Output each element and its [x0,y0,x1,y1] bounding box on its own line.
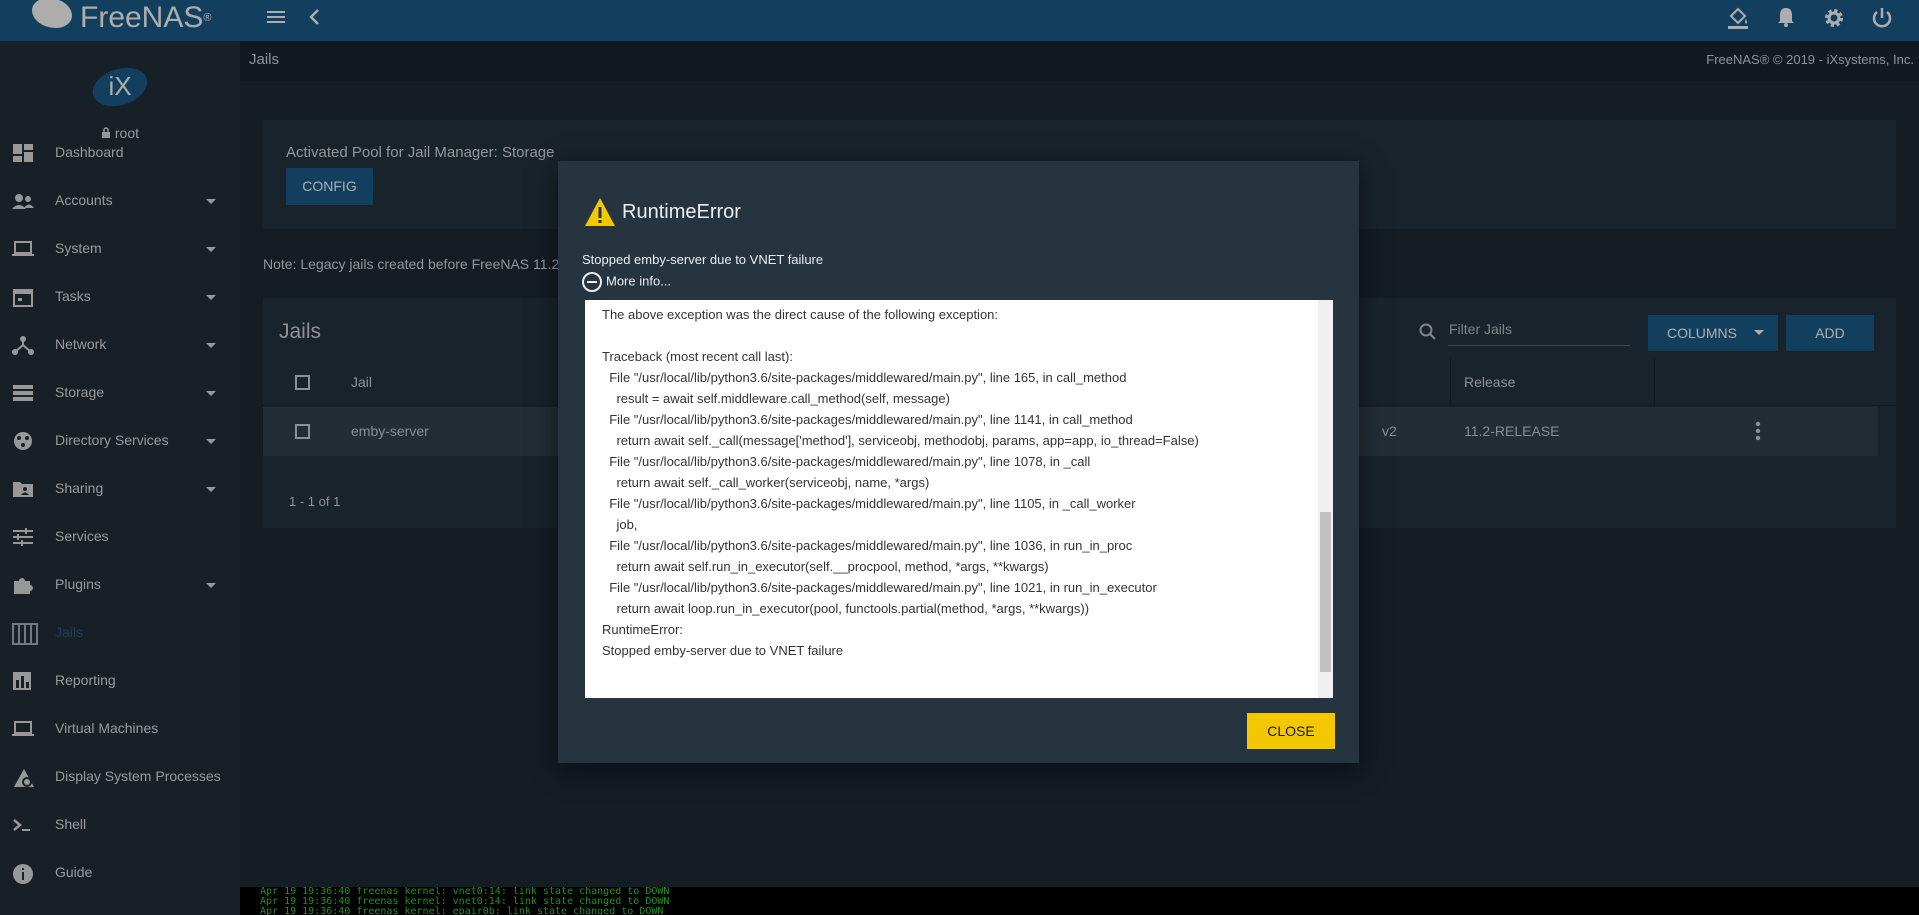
dialog-message: Stopped emby-server due to VNET failure [582,252,824,267]
traceback-textarea[interactable]: The above exception was the direct cause… [585,300,1333,698]
more-info-label: More info... [606,273,672,289]
warning-icon [584,197,616,227]
runtime-error-dialog: RuntimeError Stopped emby-server due to … [558,161,1359,763]
more-info-toggle[interactable]: More info... [582,272,671,292]
close-button[interactable]: CLOSE [1247,713,1335,749]
traceback-text: The above exception was the direct cause… [602,307,1199,658]
dialog-title: RuntimeError [622,201,741,223]
traceback-scrollbar[interactable] [1318,300,1333,698]
minus-circle-icon [582,272,602,292]
scrollbar-thumb[interactable] [1320,512,1331,672]
